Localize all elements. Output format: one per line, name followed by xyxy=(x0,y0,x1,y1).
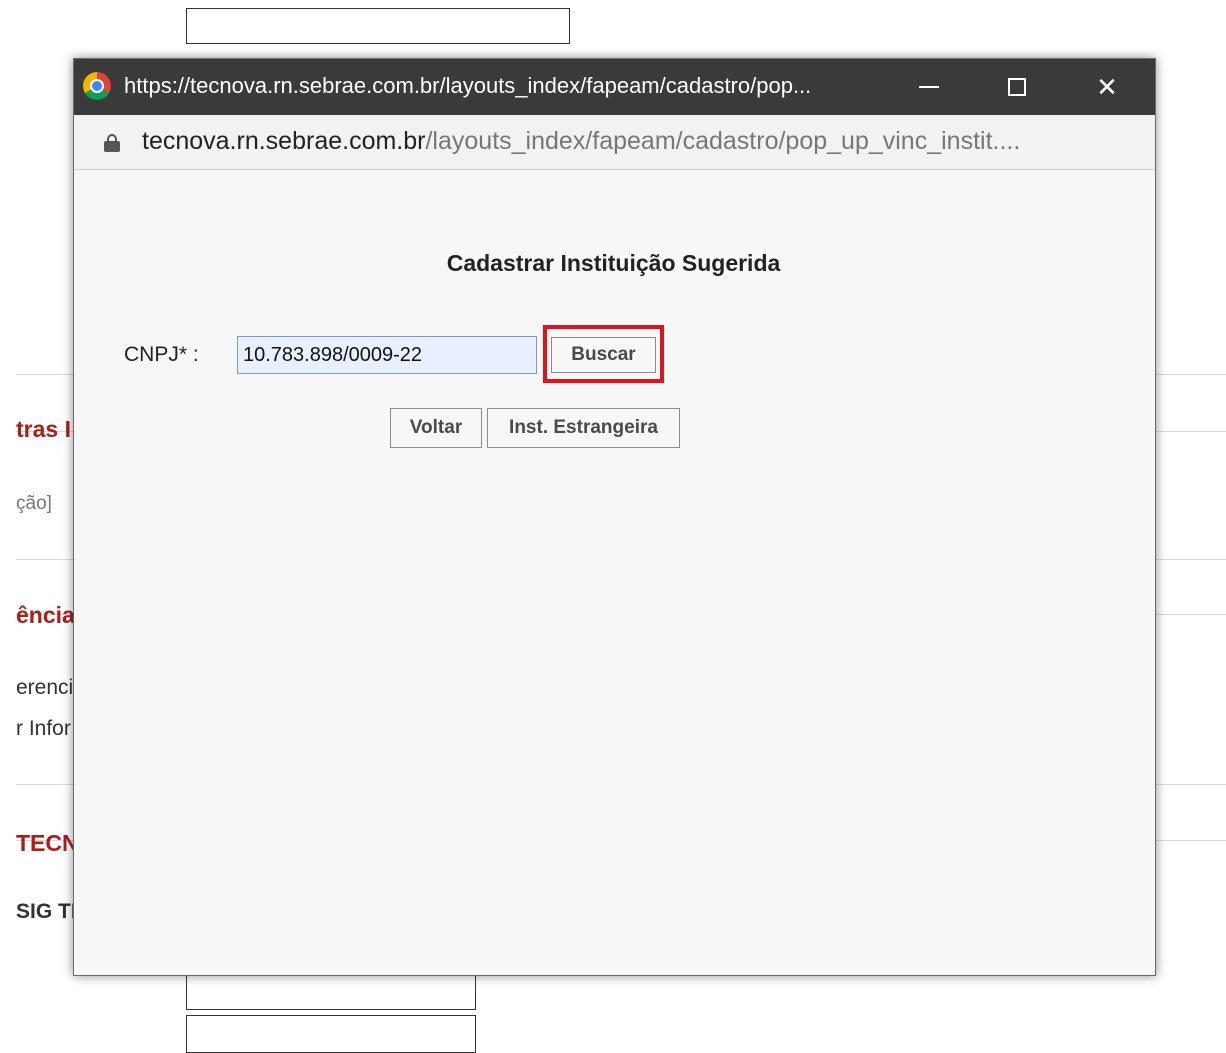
background-text-2: erenci xyxy=(16,676,74,699)
minimize-icon xyxy=(919,86,939,88)
inst-estrangeira-button[interactable]: Inst. Estrangeira xyxy=(487,408,680,448)
minimize-button[interactable] xyxy=(884,59,974,115)
popup-window: https://tecnova.rn.sebrae.com.br/layouts… xyxy=(73,58,1156,976)
background-heading-2: ência xyxy=(16,602,75,628)
url-path: /layouts_index/fapeam/cadastro/pop_up_vi… xyxy=(425,127,1021,155)
maximize-icon xyxy=(1008,78,1026,96)
close-icon: ✕ xyxy=(1096,71,1118,102)
window-titlebar[interactable]: https://tecnova.rn.sebrae.com.br/layouts… xyxy=(74,59,1155,115)
lock-icon xyxy=(104,134,120,152)
maximize-button[interactable] xyxy=(972,59,1062,115)
cnpj-input[interactable] xyxy=(237,336,537,374)
background-input-box xyxy=(186,1015,476,1053)
close-button[interactable]: ✕ xyxy=(1062,59,1152,115)
popup-content: Cadastrar Instituição Sugerida CNPJ* : B… xyxy=(74,170,1155,975)
voltar-button[interactable]: Voltar xyxy=(390,408,482,448)
address-bar[interactable]: tecnova.rn.sebrae.com.br/layouts_index/f… xyxy=(74,115,1155,170)
page-title: Cadastrar Instituição Sugerida xyxy=(74,250,1155,277)
url-text: tecnova.rn.sebrae.com.br/layouts_index/f… xyxy=(142,127,1142,156)
background-text-3: r Infor xyxy=(16,717,71,740)
chrome-logo-icon xyxy=(83,72,111,100)
background-heading-1: tras I xyxy=(16,416,71,442)
background-input-box-top xyxy=(186,8,570,44)
background-heading-3: TECN xyxy=(16,830,79,856)
page-title-text: Cadastrar Instituição Sugerida xyxy=(446,250,781,276)
buscar-button[interactable]: Buscar xyxy=(551,337,656,373)
cnpj-label: CNPJ* : xyxy=(124,343,199,366)
background-input-box xyxy=(186,972,476,1010)
url-domain: tecnova.rn.sebrae.com.br xyxy=(142,127,426,155)
background-text-1: ção] xyxy=(16,493,52,514)
window-title: https://tecnova.rn.sebrae.com.br/layouts… xyxy=(124,73,812,98)
